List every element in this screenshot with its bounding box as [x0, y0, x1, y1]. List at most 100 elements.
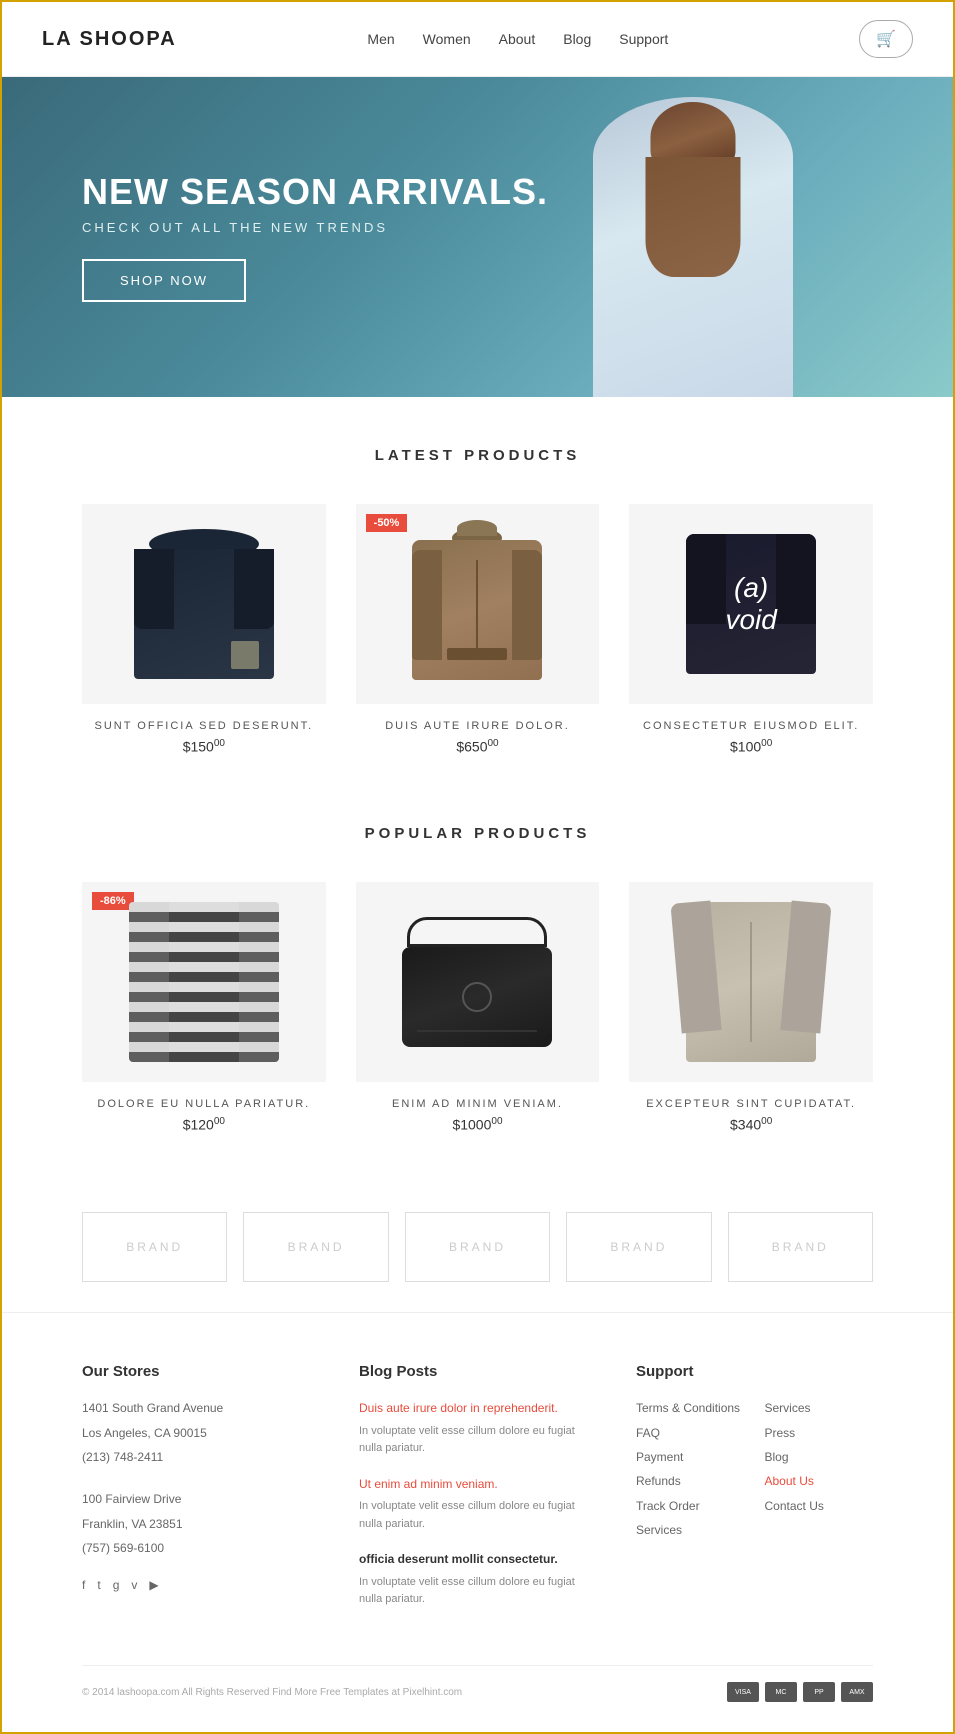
popular-products-title: POPULAR PRODUCTS: [82, 825, 873, 842]
footer-support-col1: Terms & Conditions FAQ Payment Refunds T…: [636, 1398, 745, 1544]
popular-image-3: [629, 882, 873, 1082]
popular-price-3: $34000: [629, 1116, 873, 1133]
product-name-1: SUNT OFFICIA SED DESERUNT.: [82, 720, 326, 732]
blog-post-1-link[interactable]: Duis aute irure dolor in reprehenderit.: [359, 1398, 596, 1418]
support-services[interactable]: Services: [636, 1520, 745, 1540]
product-card-3[interactable]: (a)void CONSECTETUR EIUSMOD ELIT. $10000: [629, 504, 873, 755]
product-name-2: DUIS AUTE IRURE DOLOR.: [356, 720, 600, 732]
blog-post-1-excerpt: In voluptate velit esse cillum dolore eu…: [359, 1423, 596, 1458]
payment-icons: VISA MC PP AMX: [727, 1682, 873, 1702]
footer-grid: Our Stores 1401 South Grand Avenue Los A…: [82, 1363, 873, 1625]
support-payment[interactable]: Payment: [636, 1447, 745, 1467]
footer-support: Support Terms & Conditions FAQ Payment R…: [636, 1363, 873, 1625]
payment-pp: PP: [803, 1682, 835, 1702]
product-image-2: -50%: [356, 504, 600, 704]
support-blog[interactable]: Blog: [765, 1447, 874, 1467]
nav-about[interactable]: About: [499, 31, 536, 47]
popular-card-2[interactable]: ENIM AD MINIM VENIAM. $100000: [356, 882, 600, 1133]
product-price-3: $10000: [629, 738, 873, 755]
footer-support-title: Support: [636, 1363, 873, 1380]
product-badge-2: -50%: [366, 514, 408, 532]
popular-name-2: ENIM AD MINIM VENIAM.: [356, 1098, 600, 1110]
brand-3[interactable]: BRAND: [405, 1212, 550, 1282]
footer-address2-phone: (757) 569-6100: [82, 1538, 319, 1558]
latest-products-section: LATEST PRODUCTS SUNT OFFICIA SED DESERUN…: [2, 397, 953, 805]
hero-subheading: CHECK OUT ALL THE NEW TRENDS: [82, 220, 548, 235]
footer-blog-title: Blog Posts: [359, 1363, 596, 1380]
footer: Our Stores 1401 South Grand Avenue Los A…: [2, 1312, 953, 1732]
brand-2[interactable]: BRAND: [243, 1212, 388, 1282]
support-terms[interactable]: Terms & Conditions: [636, 1398, 745, 1418]
popular-badge-1: -86%: [92, 892, 134, 910]
product-image-1: [82, 504, 326, 704]
support-contact[interactable]: Contact Us: [765, 1496, 874, 1516]
logo: LA SHOOPA: [42, 28, 177, 51]
blog-post-3-link[interactable]: officia deserunt mollit consectetur.: [359, 1549, 596, 1569]
footer-stores: Our Stores 1401 South Grand Avenue Los A…: [82, 1363, 319, 1625]
product-price-2: $65000: [356, 738, 600, 755]
popular-name-3: EXCEPTEUR SINT CUPIDATAT.: [629, 1098, 873, 1110]
popular-card-1[interactable]: -86% DOLORE EU NULLA PARIATUR. $12000: [82, 882, 326, 1133]
support-track[interactable]: Track Order: [636, 1496, 745, 1516]
nav-support[interactable]: Support: [619, 31, 668, 47]
payment-mc: MC: [765, 1682, 797, 1702]
product-price-1: $15000: [82, 738, 326, 755]
social-icons: f t g v ▶: [82, 1575, 319, 1599]
blog-post-1: Duis aute irure dolor in reprehenderit. …: [359, 1398, 596, 1458]
product-card-1[interactable]: SUNT OFFICIA SED DESERUNT. $15000: [82, 504, 326, 755]
popular-name-1: DOLORE EU NULLA PARIATUR.: [82, 1098, 326, 1110]
cart-button[interactable]: 🛒: [859, 20, 913, 58]
nav-women[interactable]: Women: [423, 31, 471, 47]
support-services2[interactable]: Services: [765, 1398, 874, 1418]
hero-heading: NEW SEASON ARRIVALS.: [82, 172, 548, 212]
hero-image: [553, 77, 833, 397]
vimeo-icon[interactable]: v: [131, 1575, 137, 1595]
popular-card-3[interactable]: EXCEPTEUR SINT CUPIDATAT. $34000: [629, 882, 873, 1133]
rss-icon[interactable]: ▶: [149, 1575, 158, 1595]
latest-products-title: LATEST PRODUCTS: [82, 447, 873, 464]
support-aboutus[interactable]: About Us: [765, 1471, 874, 1491]
brand-5[interactable]: BRAND: [728, 1212, 873, 1282]
brands-section: BRAND BRAND BRAND BRAND BRAND: [2, 1182, 953, 1312]
latest-products-grid: SUNT OFFICIA SED DESERUNT. $15000 -50%: [82, 504, 873, 755]
facebook-icon[interactable]: f: [82, 1575, 85, 1595]
blog-post-2: Ut enim ad minim veniam. In voluptate ve…: [359, 1474, 596, 1534]
google-icon[interactable]: g: [113, 1575, 120, 1595]
footer-bottom: © 2014 lashoopa.com All Rights Reserved …: [82, 1665, 873, 1702]
blog-post-2-excerpt: In voluptate velit esse cillum dolore eu…: [359, 1498, 596, 1533]
support-faq[interactable]: FAQ: [636, 1423, 745, 1443]
brand-4[interactable]: BRAND: [566, 1212, 711, 1282]
nav-blog[interactable]: Blog: [563, 31, 591, 47]
blog-post-2-link[interactable]: Ut enim ad minim veniam.: [359, 1474, 596, 1494]
nav-men[interactable]: Men: [367, 31, 394, 47]
hero-section: NEW SEASON ARRIVALS. CHECK OUT ALL THE N…: [2, 77, 953, 397]
popular-products-section: POPULAR PRODUCTS -86% DOLORE EU NULLA PA…: [2, 805, 953, 1183]
footer-address1-line2: Los Angeles, CA 90015: [82, 1423, 319, 1443]
blog-post-3-excerpt: In voluptate velit esse cillum dolore eu…: [359, 1574, 596, 1609]
cart-icon: 🛒: [876, 29, 896, 49]
brand-1[interactable]: BRAND: [82, 1212, 227, 1282]
popular-price-1: $12000: [82, 1116, 326, 1133]
product-card-2[interactable]: -50% DUIS AUTE IRURE DOLOR. $65000: [356, 504, 600, 755]
footer-address2-line2: Franklin, VA 23851: [82, 1514, 319, 1534]
footer-address1-phone: (213) 748-2411: [82, 1447, 319, 1467]
footer-support-col2: Services Press Blog About Us Contact Us: [765, 1398, 874, 1544]
payment-visa: VISA: [727, 1682, 759, 1702]
support-press[interactable]: Press: [765, 1423, 874, 1443]
hero-content: NEW SEASON ARRIVALS. CHECK OUT ALL THE N…: [82, 172, 548, 302]
popular-price-2: $100000: [356, 1116, 600, 1133]
main-nav: Men Women About Blog Support: [367, 31, 668, 47]
product-name-3: CONSECTETUR EIUSMOD ELIT.: [629, 720, 873, 732]
brands-grid: BRAND BRAND BRAND BRAND BRAND: [82, 1212, 873, 1282]
footer-stores-title: Our Stores: [82, 1363, 319, 1380]
product-image-3: (a)void: [629, 504, 873, 704]
shop-now-button[interactable]: SHOP NOW: [82, 259, 246, 302]
footer-address1-line1: 1401 South Grand Avenue: [82, 1398, 319, 1418]
footer-address2-line1: 100 Fairview Drive: [82, 1489, 319, 1509]
popular-image-1: -86%: [82, 882, 326, 1082]
footer-copyright: © 2014 lashoopa.com All Rights Reserved …: [82, 1687, 462, 1698]
payment-amx: AMX: [841, 1682, 873, 1702]
support-refunds[interactable]: Refunds: [636, 1471, 745, 1491]
popular-products-grid: -86% DOLORE EU NULLA PARIATUR. $12000: [82, 882, 873, 1133]
twitter-icon[interactable]: t: [97, 1575, 100, 1595]
